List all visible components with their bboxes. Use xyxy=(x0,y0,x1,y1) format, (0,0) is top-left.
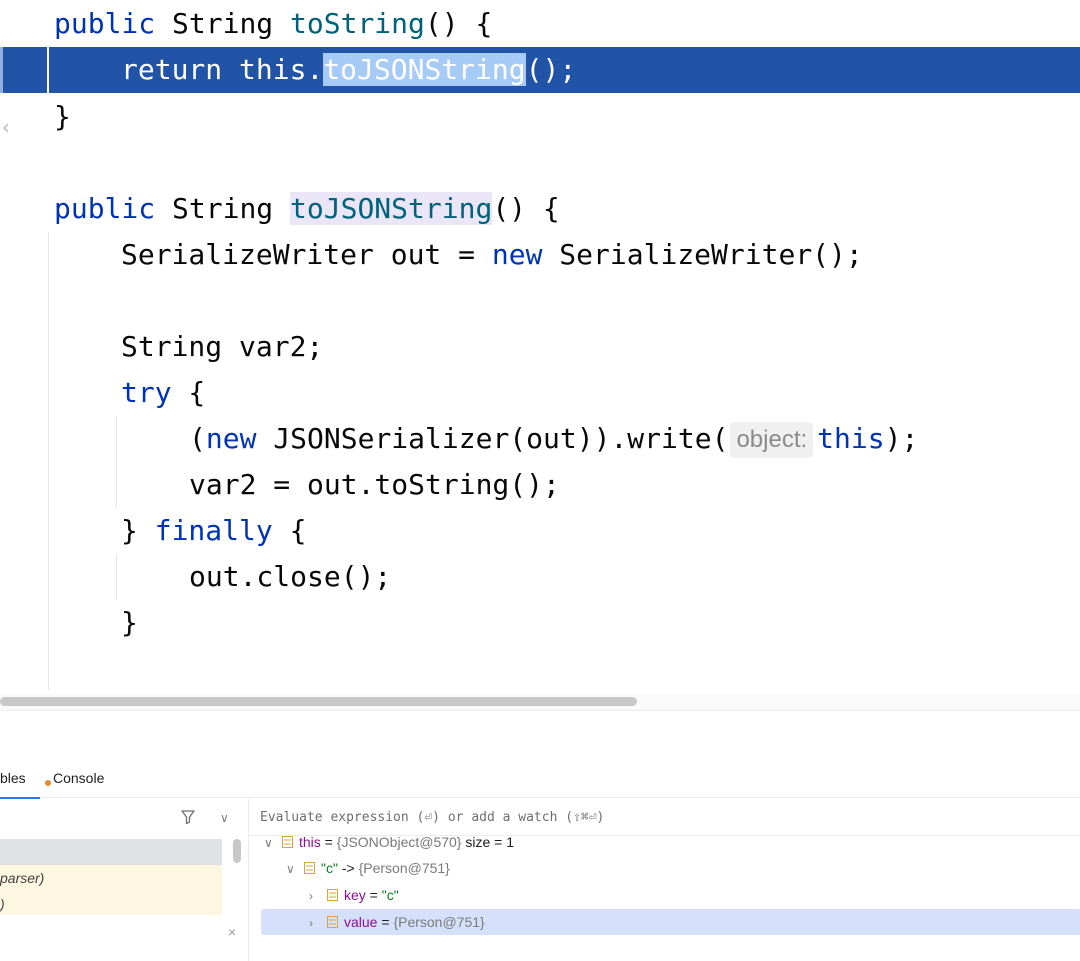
tab-variables[interactable]: bles xyxy=(0,769,40,799)
keyword: try xyxy=(121,376,172,409)
code-line[interactable]: String var2; xyxy=(121,324,323,370)
debug-panel: bles Console ∨ parser) ) × ∨ this = {JSON… xyxy=(0,710,1080,961)
variable-value: {Person@751} xyxy=(393,914,485,930)
evaluate-bar xyxy=(249,799,1080,836)
debug-tabs: bles Console xyxy=(0,759,1080,799)
code-token: ); xyxy=(884,422,919,455)
collapse-arrow-icon[interactable]: ∨ xyxy=(264,834,278,851)
operator: = xyxy=(320,834,337,850)
code-token: String var2; xyxy=(121,330,324,363)
horizontal-scrollbar-thumb[interactable] xyxy=(0,697,637,706)
variable-icon xyxy=(282,836,293,848)
indent-guide xyxy=(48,232,49,690)
code-line[interactable]: out.close(); xyxy=(189,554,391,600)
keyword: public xyxy=(54,192,156,225)
indent-guide xyxy=(116,416,117,508)
method-name[interactable]: toJSONString xyxy=(290,192,493,225)
close-icon[interactable]: × xyxy=(228,924,236,940)
code-line[interactable]: public String toString() { xyxy=(54,1,492,47)
execution-point-line[interactable]: return this.toJSONString(); xyxy=(0,47,1080,93)
code-line[interactable]: return this.toJSONString(); xyxy=(54,47,576,93)
variable-value: "c" xyxy=(381,887,399,903)
code-token: this. xyxy=(222,53,324,86)
code-token: (); xyxy=(525,53,577,86)
variable-name: this xyxy=(299,834,321,850)
code-token: out.close(); xyxy=(189,560,392,593)
code-token: ( xyxy=(189,422,206,455)
code-token: } xyxy=(121,606,138,639)
code-line[interactable]: (new JSONSerializer(out)).write(object: t… xyxy=(189,416,918,462)
variable-value: {JSONObject@570} xyxy=(336,834,462,850)
expand-arrow-icon[interactable]: › xyxy=(309,883,323,909)
keyword: return xyxy=(121,53,223,86)
evaluate-expression-input[interactable] xyxy=(260,806,960,828)
variable-icon xyxy=(304,862,315,874)
keyword: this xyxy=(817,422,885,455)
code-token: SerializeWriter out = xyxy=(121,238,492,271)
keyword: public xyxy=(54,7,156,40)
code-line[interactable]: public String toJSONString() { xyxy=(54,186,560,232)
variable-row[interactable]: ∨ "c" -> {Person@751} xyxy=(286,855,450,881)
operator: = xyxy=(377,914,394,930)
frames-list: ∨ parser) ) × xyxy=(0,799,248,961)
variable-name: "c" xyxy=(321,860,338,876)
code-line[interactable]: try { xyxy=(121,370,205,416)
variable-name: value xyxy=(344,914,378,930)
variable-icon xyxy=(327,916,338,928)
frame-row-selected[interactable] xyxy=(0,839,222,865)
frame-row[interactable]: parser) xyxy=(0,865,222,891)
variable-icon xyxy=(327,889,338,901)
code-token: SerializeWriter(); xyxy=(542,238,863,271)
type-name: String xyxy=(155,7,291,40)
code-token: () { xyxy=(492,192,560,225)
variable-extra: size = 1 xyxy=(461,834,515,850)
collapse-arrow-icon[interactable]: ∨ xyxy=(286,856,300,882)
variables-view: ∨ this = {JSONObject@570} size = 1 ∨ "c" -… xyxy=(248,799,1080,961)
keyword: finally xyxy=(154,514,273,547)
method-name[interactable]: toString xyxy=(290,7,425,40)
code-line[interactable]: } finally { xyxy=(121,508,306,554)
variable-row-selected[interactable]: › value = {Person@751} xyxy=(309,909,485,935)
execution-gutter-marker xyxy=(0,47,3,93)
code-token: { xyxy=(272,514,307,547)
variable-row[interactable]: › key = "c" xyxy=(309,882,399,908)
tab-console[interactable]: Console xyxy=(53,769,104,797)
keyword: new xyxy=(205,422,257,455)
vertical-scrollbar-thumb[interactable] xyxy=(233,839,241,863)
keyword: new xyxy=(491,238,543,271)
console-status-icon xyxy=(45,780,51,786)
code-token: { xyxy=(171,376,206,409)
code-token: } xyxy=(54,100,71,133)
fold-marker-icon[interactable]: ‹ xyxy=(0,117,12,137)
chevron-down-icon[interactable]: ∨ xyxy=(220,811,229,825)
code-token: () { xyxy=(424,7,493,40)
code-token: } xyxy=(121,514,155,547)
operator: = xyxy=(365,887,382,903)
code-line[interactable]: var2 = out.toString(); xyxy=(189,462,560,508)
gutter-divider xyxy=(47,47,49,93)
code-line[interactable]: } xyxy=(121,600,138,646)
parameter-hint: object: xyxy=(730,422,814,458)
code-token: var2 = out.toString(); xyxy=(189,468,560,501)
code-line[interactable]: } xyxy=(54,94,71,140)
selected-text[interactable]: toJSONString xyxy=(323,53,526,86)
code-editor[interactable]: public String toString() { return this.t… xyxy=(0,0,1080,690)
code-line[interactable]: SerializeWriter out = new SerializeWrite… xyxy=(121,232,863,278)
type-name: String xyxy=(155,192,291,225)
frame-row[interactable]: ) xyxy=(0,891,222,915)
indent-guide xyxy=(116,554,117,600)
operator: -> xyxy=(337,860,359,876)
variable-row[interactable]: ∨ this = {JSONObject@570} size = 1 xyxy=(264,833,514,851)
variable-value: {Person@751} xyxy=(358,860,450,876)
filter-icon[interactable] xyxy=(180,809,196,825)
code-token: JSONSerializer(out)).write( xyxy=(256,422,729,455)
variable-name: key xyxy=(344,887,366,903)
expand-arrow-icon[interactable]: › xyxy=(309,910,323,936)
